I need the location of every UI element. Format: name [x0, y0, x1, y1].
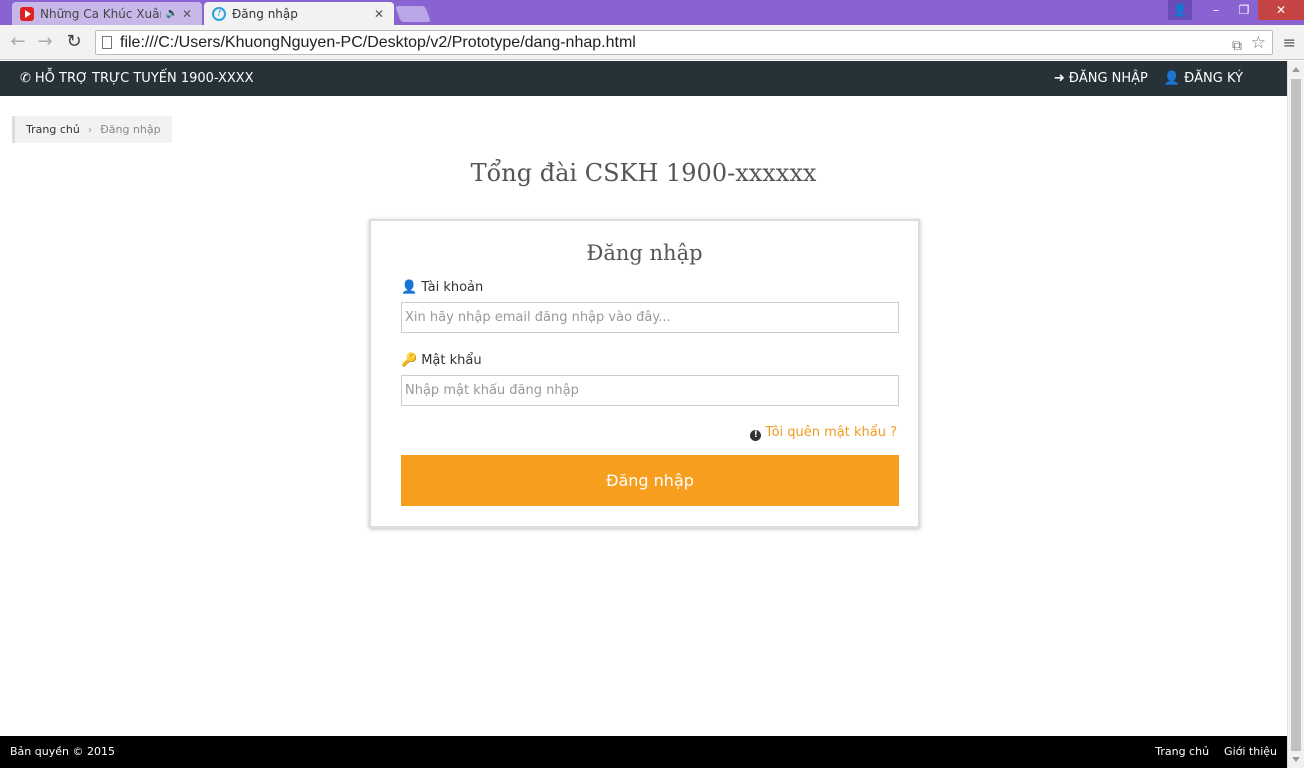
sign-in-icon: ➜: [1053, 71, 1065, 86]
tab-title: Những Ca Khúc Xuân -: [40, 6, 161, 21]
footer-links: Trang chủ Giới thiệu: [1155, 745, 1277, 758]
username-input[interactable]: [401, 302, 899, 333]
restore-button[interactable]: ❐: [1230, 0, 1258, 20]
close-tab-icon[interactable]: ✕: [374, 7, 384, 21]
login-link[interactable]: ➜ ĐĂNG NHẬP: [1054, 71, 1148, 86]
speaker-icon[interactable]: 🔈: [165, 8, 177, 19]
translate-icon[interactable]: ⧉: [1232, 34, 1242, 57]
tab-title: Đăng nhập: [232, 6, 298, 21]
window-controls: 👤 – ❐ ✕: [1168, 0, 1304, 20]
bookmark-star-icon[interactable]: ☆: [1251, 31, 1266, 54]
scroll-up-arrow-icon[interactable]: [1292, 67, 1300, 72]
hotline-support: ✆ HỖ TRỢ TRỰC TUYẾN 1900-XXXX: [20, 71, 254, 86]
copyright-text: Bản quyền © 2015: [10, 745, 115, 758]
page-content: ✆ HỖ TRỢ TRỰC TUYẾN 1900-XXXX ➜ ĐĂNG NHẬP …: [0, 61, 1287, 768]
browser-titlebar: Những Ca Khúc Xuân - 🔈 ✕ f Đăng nhập ✕ 👤…: [0, 0, 1304, 25]
breadcrumb-home[interactable]: Trang chủ: [26, 123, 80, 136]
youtube-icon: [20, 6, 34, 21]
password-label-text: Mật khẩu: [421, 353, 482, 368]
login-submit-button[interactable]: Đăng nhập: [401, 455, 899, 506]
close-window-button[interactable]: ✕: [1258, 0, 1304, 20]
login-form: Đăng nhập 👤Tài khoản 🔑Mật khẩu !Tôi quên…: [369, 219, 920, 528]
username-label-text: Tài khoản: [421, 280, 484, 295]
register-link[interactable]: 👤 ĐĂNG KÝ: [1164, 71, 1243, 86]
close-tab-icon[interactable]: ✕: [182, 7, 192, 21]
login-form-title: Đăng nhập: [586, 241, 703, 265]
footer-link-about[interactable]: Giới thiệu: [1224, 745, 1277, 758]
minimize-button[interactable]: –: [1202, 0, 1230, 20]
browser-tab-youtube[interactable]: Những Ca Khúc Xuân - 🔈 ✕: [12, 2, 202, 25]
footer: Bản quyền © 2015 Trang chủ Giới thiệu: [0, 736, 1287, 768]
forgot-password-link[interactable]: ! Tôi quên mật khẩu ?: [750, 425, 897, 441]
footer-link-home[interactable]: Trang chủ: [1155, 745, 1209, 758]
breadcrumb: Trang chủ › Đăng nhập: [12, 116, 172, 143]
exclamation-circle-icon: !: [750, 430, 762, 441]
username-label: 👤 Tài khoản: [401, 280, 483, 295]
back-icon[interactable]: ←: [8, 33, 28, 51]
password-input[interactable]: [401, 375, 899, 406]
password-label: 🔑 Mật khẩu: [401, 353, 482, 368]
user-icon: 👤: [1163, 71, 1181, 86]
breadcrumb-current: Đăng nhập: [100, 123, 161, 136]
key-icon: 🔑: [401, 353, 418, 368]
scroll-down-arrow-icon[interactable]: [1292, 757, 1300, 762]
hotline-text: HỖ TRỢ TRỰC TUYẾN 1900-XXXX: [34, 71, 254, 86]
browser-toolbar: ← → ↻ file:///C:/Users/KhuongNguyen-PC/D…: [0, 25, 1304, 60]
address-bar[interactable]: file:///C:/Users/KhuongNguyen-PC/Desktop…: [95, 30, 1273, 55]
browser-menu-icon[interactable]: ≡: [1283, 33, 1296, 52]
new-tab-button[interactable]: [395, 6, 431, 22]
breadcrumb-separator: ›: [87, 123, 93, 136]
auth-links: ➜ ĐĂNG NHẬP 👤 ĐĂNG KÝ: [1054, 71, 1243, 86]
phone-icon: ✆: [20, 71, 31, 86]
top-navbar: ✆ HỖ TRỢ TRỰC TUYẾN 1900-XXXX ➜ ĐĂNG NHẬP …: [0, 61, 1287, 96]
site-icon: f: [212, 6, 226, 21]
page-scrollbar[interactable]: [1287, 61, 1304, 768]
forgot-password-text: Tôi quên mật khẩu ?: [765, 425, 897, 440]
forward-icon[interactable]: →: [35, 33, 55, 51]
scroll-thumb[interactable]: [1291, 79, 1301, 751]
user-icon: 👤: [401, 280, 418, 295]
page-icon: [102, 36, 112, 49]
url-text: file:///C:/Users/KhuongNguyen-PC/Desktop…: [120, 34, 636, 51]
register-link-text: ĐĂNG KÝ: [1184, 71, 1243, 86]
page-title: Tổng đài CSKH 1900-xxxxxx: [470, 159, 817, 187]
reload-icon[interactable]: ↻: [64, 33, 84, 51]
profile-icon[interactable]: 👤: [1168, 0, 1192, 20]
browser-tab-login[interactable]: f Đăng nhập ✕: [204, 2, 394, 25]
login-link-text: ĐĂNG NHẬP: [1068, 71, 1148, 86]
